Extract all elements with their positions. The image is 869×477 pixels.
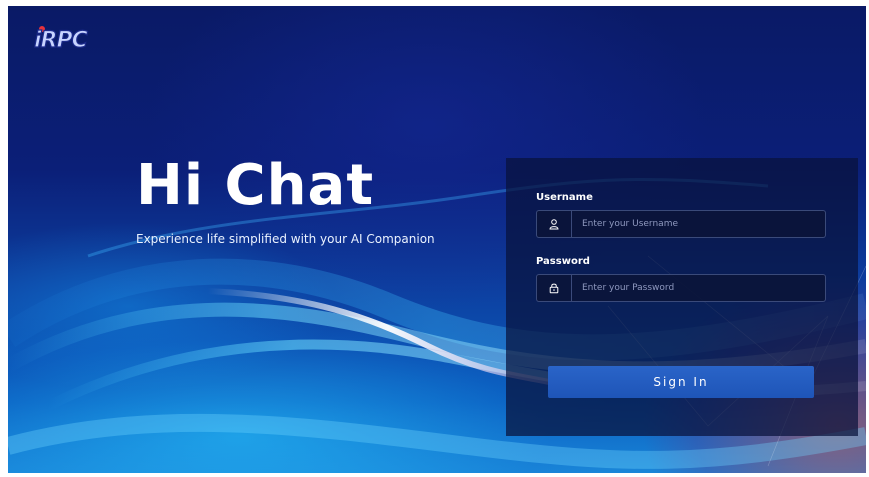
password-label: Password [536, 256, 590, 267]
user-icon [537, 211, 572, 237]
hero-subtitle: Experience life simplified with your AI … [136, 232, 435, 246]
login-screen: iRPC Hi Chat Experience life simplified … [8, 6, 866, 473]
lock-icon [537, 275, 572, 301]
username-input[interactable] [572, 211, 825, 237]
username-field[interactable] [536, 210, 826, 238]
hero-title: Hi Chat [136, 153, 375, 218]
sign-in-button[interactable]: Sign In [548, 366, 814, 398]
username-label: Username [536, 192, 593, 203]
login-panel: Username Password Sign In [506, 158, 858, 436]
svg-text:iRPC: iRPC [34, 28, 88, 52]
password-input[interactable] [572, 275, 825, 301]
password-field[interactable] [536, 274, 826, 302]
irpc-logo: iRPC [33, 26, 89, 52]
